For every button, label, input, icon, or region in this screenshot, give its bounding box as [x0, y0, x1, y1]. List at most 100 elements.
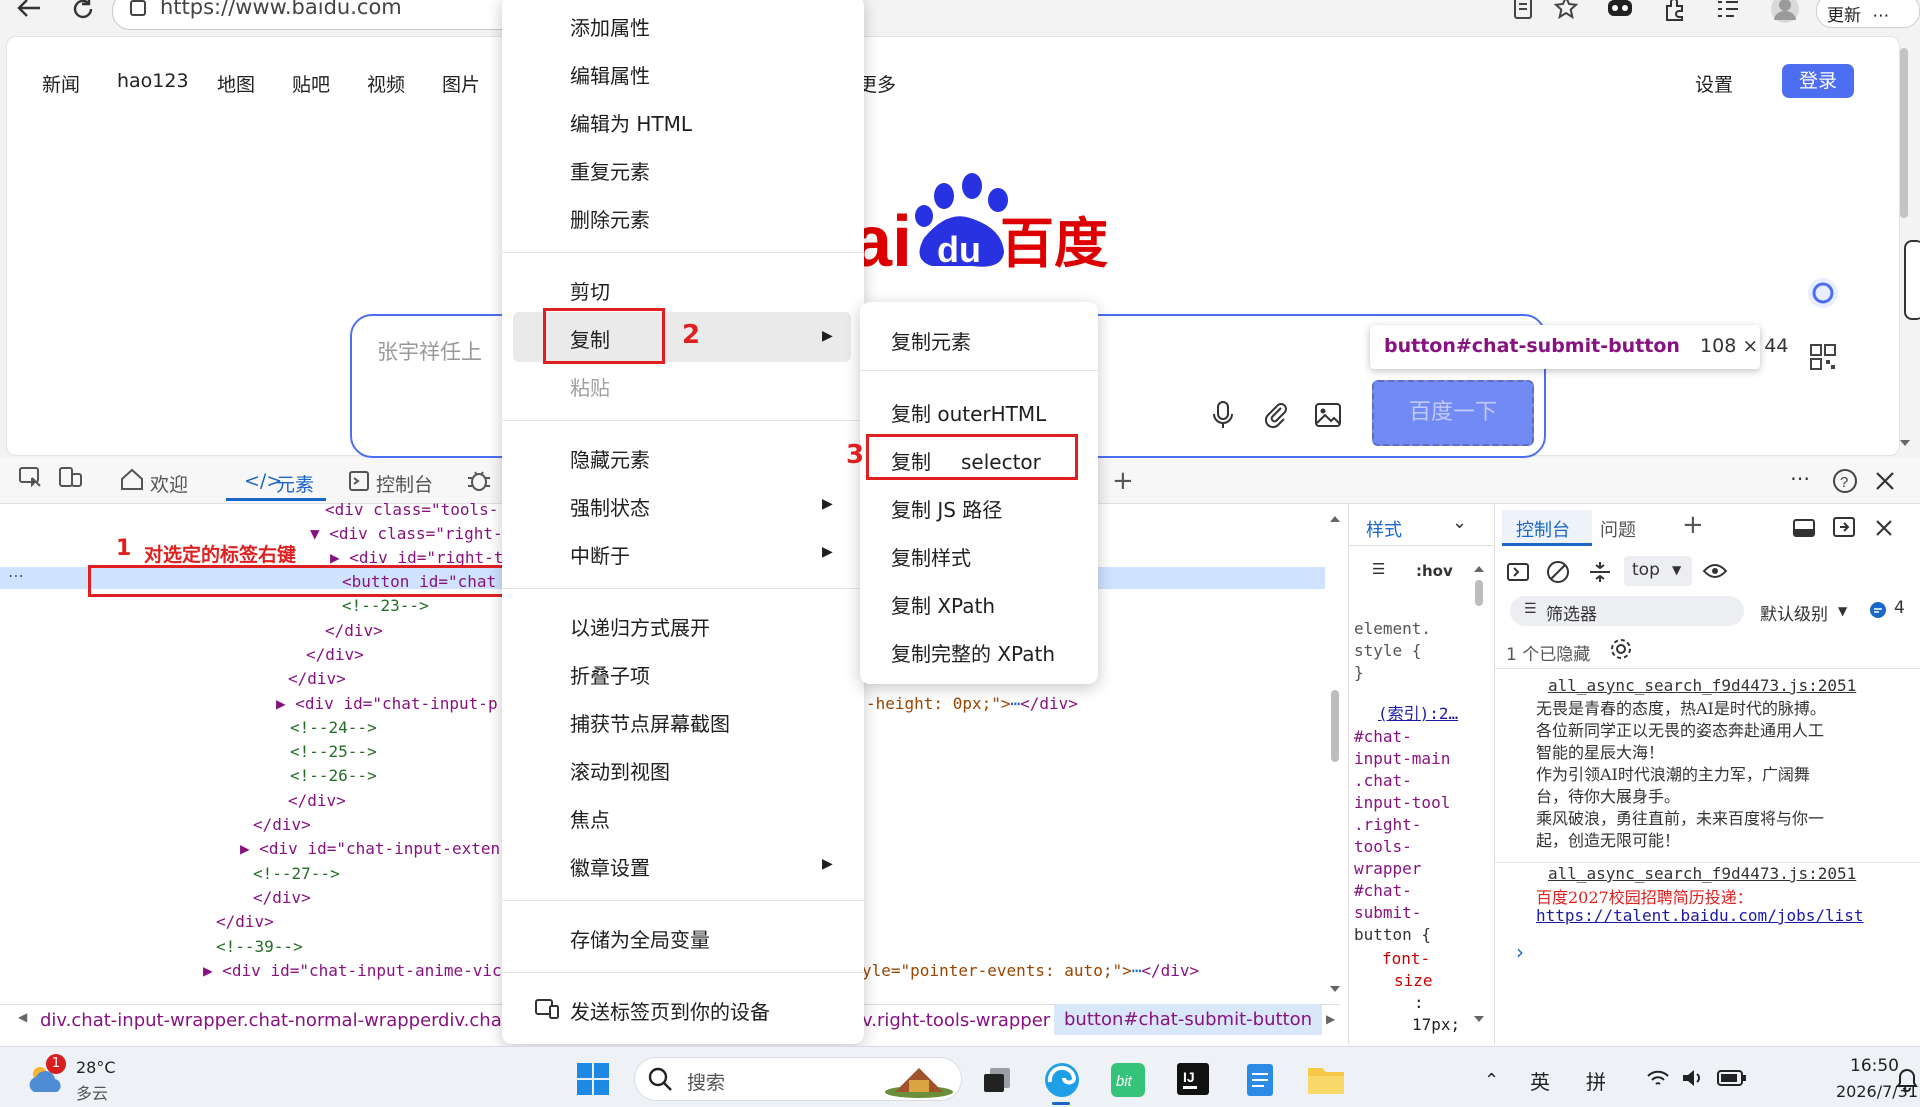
wifi-icon[interactable]	[1646, 1068, 1670, 1090]
dom-line[interactable]: </div>	[253, 888, 311, 907]
edge-browser-icon[interactable]	[1042, 1060, 1082, 1100]
elements-scrollbar[interactable]	[1328, 510, 1342, 1000]
dom-line[interactable]: </div>	[325, 621, 383, 640]
dom-comment[interactable]: <!--27-->	[253, 864, 340, 883]
tab-styles[interactable]: 样式	[1366, 516, 1402, 542]
reading-view-icon[interactable]	[1512, 0, 1534, 22]
menu-item-store-as-global[interactable]: 存储为全局变量	[570, 924, 710, 953]
submenu-copy-js-path[interactable]: 复制 JS 路径	[891, 494, 1002, 523]
undock-icon[interactable]	[1832, 516, 1856, 538]
tab-welcome[interactable]: 欢迎	[150, 470, 188, 497]
menu-item-capture-node-screenshot[interactable]: 捕获节点屏幕截图	[570, 708, 730, 737]
profile-avatar[interactable]	[1770, 0, 1800, 24]
nav-tieba[interactable]: 贴吧	[292, 70, 330, 97]
expand-triangle-icon[interactable]: ▶	[276, 694, 286, 713]
css-selector[interactable]: #chat- input-main .chat- input-tool .rig…	[1354, 726, 1450, 946]
submenu-copy-styles[interactable]: 复制样式	[891, 542, 971, 571]
refresh-icon[interactable]	[70, 0, 96, 22]
row-ellipsis-icon[interactable]: ⋯	[8, 566, 24, 585]
drawer-add-tab-icon[interactable]: +	[1682, 510, 1704, 540]
console-link[interactable]: https://talent.baidu.com/jobs/list	[1536, 906, 1864, 925]
nav-hao123[interactable]: hao123	[117, 70, 189, 92]
collections-icon[interactable]	[1714, 0, 1742, 22]
back-icon[interactable]	[14, 0, 44, 22]
search-placeholder[interactable]: 张宇祥任上	[377, 336, 482, 366]
console-message-1[interactable]: 无畏是青春的态度，热AI是时代的脉搏。 各位新同学正以无畏的姿态奔赴通用人工 智…	[1536, 698, 1826, 852]
console-prompt-icon[interactable]: ›	[1516, 940, 1524, 964]
dom-line[interactable]: </div>	[288, 669, 346, 688]
notepad-icon[interactable]	[1244, 1060, 1276, 1098]
dom-line[interactable]: ▼ <div class="right-	[310, 524, 503, 543]
task-view-icon[interactable]	[982, 1066, 1012, 1094]
drawer-tab-issues[interactable]: 问题	[1600, 516, 1636, 542]
console-source-link[interactable]: all_async_search_f9d4473.js:2051	[1548, 676, 1856, 695]
menu-item-delete-element[interactable]: 删除元素	[570, 204, 650, 233]
stylesheet-link[interactable]: (索引):2…	[1378, 700, 1458, 724]
styles-scrollbar[interactable]	[1472, 560, 1486, 1030]
dom-line[interactable]: ▶ <div id="chat-input-exten	[240, 839, 500, 858]
weather-description[interactable]: 多云	[76, 1080, 108, 1104]
breadcrumb-item[interactable]: v.right-tools-wrapper	[862, 1010, 1050, 1031]
menu-item-edit-as-html[interactable]: 编辑为 HTML	[570, 108, 692, 137]
menu-item-collapse-children[interactable]: 折叠子项	[570, 660, 650, 689]
eye-icon[interactable]	[1702, 560, 1728, 582]
menu-item-badge-settings[interactable]: 徽章设置	[570, 852, 650, 881]
menu-item-expand-recursively[interactable]: 以递归方式展开	[570, 612, 710, 641]
submenu-copy-xpath[interactable]: 复制 XPath	[891, 590, 995, 619]
message-bubble-icon[interactable]	[1868, 600, 1888, 620]
dom-line[interactable]: </div>	[288, 791, 346, 810]
login-button[interactable]: 登录	[1782, 64, 1854, 98]
ime-language[interactable]: 英	[1530, 1066, 1550, 1095]
chat-submit-button[interactable]: 百度一下	[1372, 380, 1534, 446]
styles-dropdown-icon[interactable]: ⌄	[1452, 512, 1467, 533]
dom-line[interactable]: </div>	[306, 645, 364, 664]
ai-assistant-icon[interactable]	[1806, 276, 1840, 310]
device-emulation-icon[interactable]	[58, 466, 84, 490]
drawer-tab-console[interactable]: 控制台	[1516, 516, 1570, 542]
nav-images[interactable]: 图片	[442, 70, 480, 97]
menu-item-focus[interactable]: 焦点	[570, 804, 610, 833]
dock-bottom-icon[interactable]	[1792, 518, 1816, 538]
console-filter-input[interactable]: ☰ 筛选器	[1510, 596, 1744, 626]
help-icon[interactable]: ?	[1832, 468, 1858, 494]
sidebar-toggle-tab[interactable]	[1904, 240, 1920, 320]
menu-item-scroll-into-view[interactable]: 滚动到视图	[570, 756, 670, 785]
css-property[interactable]: font- size : 17px;	[1382, 948, 1460, 1036]
dom-line[interactable]: <div class="tools-	[325, 500, 498, 519]
console-message-2[interactable]: 百度2027校园招聘简历投递：	[1536, 884, 1753, 908]
console-source-link[interactable]: all_async_search_f9d4473.js:2051	[1548, 864, 1856, 883]
console-settings-gear-icon[interactable]	[1608, 636, 1634, 662]
weather-temperature[interactable]: 28°C	[76, 1058, 116, 1077]
context-selector[interactable]: top ▼	[1624, 556, 1692, 586]
log-level-select[interactable]: 默认级别	[1760, 600, 1828, 625]
windows-start-icon[interactable]	[576, 1062, 610, 1096]
expand-triangle-icon[interactable]: ▶	[240, 839, 250, 858]
devtools-more-icon[interactable]: ⋯	[1790, 466, 1810, 490]
dom-comment[interactable]: <!--23-->	[342, 596, 429, 615]
close-devtools-icon[interactable]	[1874, 470, 1896, 492]
update-button[interactable]: 更新 ⋯	[1816, 0, 1920, 28]
taskbar-search-box[interactable]: 搜索	[634, 1057, 962, 1101]
breadcrumb-left-arrow-icon[interactable]: ◀	[18, 1010, 27, 1024]
file-explorer-icon[interactable]	[1306, 1062, 1346, 1096]
dom-line[interactable]: ▶ <div id="chat-input-p	[276, 694, 498, 713]
settings-link[interactable]: 设置	[1695, 70, 1733, 97]
attachment-icon[interactable]	[1262, 400, 1288, 430]
microphone-icon[interactable]	[1210, 400, 1236, 430]
menu-item-break-on[interactable]: 中断于	[570, 540, 630, 569]
clear-console-icon[interactable]	[1546, 560, 1570, 584]
menu-item-duplicate-element[interactable]: 重复元素	[570, 156, 650, 185]
menu-item-send-tab-to-device[interactable]: 发送标签页到你的设备	[570, 996, 770, 1025]
clock-time[interactable]: 16:50	[1850, 1056, 1899, 1076]
volume-icon[interactable]	[1680, 1066, 1704, 1090]
menu-item-force-state[interactable]: 强制状态	[570, 492, 650, 521]
url-text[interactable]: https://www.baidu.com	[160, 0, 402, 19]
submenu-copy-outerhtml[interactable]: 复制 outerHTML	[891, 398, 1046, 427]
intellij-icon[interactable]: IJ	[1176, 1062, 1210, 1096]
close-drawer-icon[interactable]	[1874, 518, 1894, 538]
submenu-copy-element[interactable]: 复制元素	[891, 326, 971, 355]
dom-comment[interactable]: <!--26-->	[290, 766, 377, 785]
bit-app-icon[interactable]: bit	[1110, 1062, 1146, 1098]
dom-line-tail[interactable]: -height: 0px;">⋯</div>	[866, 694, 1078, 713]
console-icon[interactable]	[348, 470, 370, 492]
